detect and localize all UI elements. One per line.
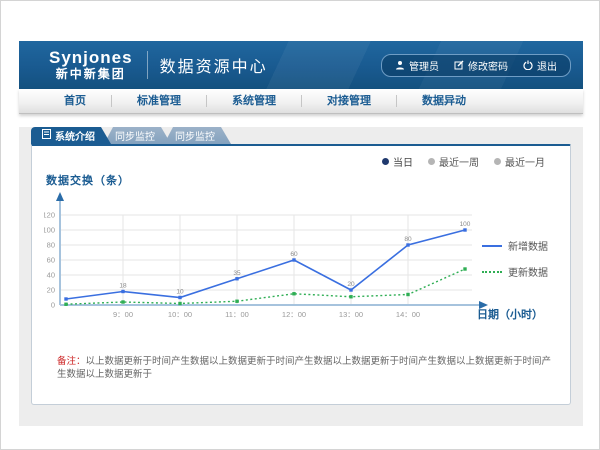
radio-dot-icon: [382, 158, 389, 165]
app-title: 数据资源中心: [160, 53, 268, 77]
radio-last-week[interactable]: 最近一周: [428, 154, 479, 169]
svg-text:80: 80: [47, 241, 55, 250]
header: Synjones 新中新集团 数据资源中心 管理员 修改密码: [19, 41, 583, 89]
footnote-text: 以上数据更新于时间产生数据以上数据更新于时间产生数据以上数据更新于时间产生数据以…: [57, 356, 551, 380]
power-icon: [523, 60, 533, 70]
user-icon: [395, 60, 405, 70]
legend-label: 新增数据: [508, 238, 548, 253]
svg-text:10：00: 10：00: [168, 310, 192, 319]
nav-item-system-management[interactable]: 系统管理: [207, 89, 301, 113]
header-divider: [147, 51, 148, 79]
document-icon: [42, 129, 51, 142]
current-user[interactable]: 管理员: [395, 58, 439, 73]
legend-item-new-data[interactable]: 新增数据: [482, 238, 548, 253]
svg-text:120: 120: [44, 211, 55, 220]
footnote: 备注：以上数据更新于时间产生数据以上数据更新于时间产生数据以上数据更新于时间产生…: [57, 355, 557, 382]
tab-label: 同步监控: [115, 128, 155, 143]
tab-sync-monitor-1[interactable]: 同步监控: [104, 127, 171, 144]
svg-text:40: 40: [47, 271, 55, 280]
solid-line-swatch-icon: [482, 245, 502, 247]
radio-label: 最近一周: [439, 154, 479, 169]
company-logo: Synjones 新中新集团: [49, 49, 133, 81]
logout-label: 退出: [537, 58, 557, 73]
logo-wordmark: Synjones: [49, 49, 133, 68]
svg-text:18: 18: [119, 283, 127, 290]
svg-text:20: 20: [347, 281, 355, 288]
svg-text:20: 20: [47, 286, 55, 295]
edit-icon: [454, 60, 464, 70]
svg-text:11：00: 11：00: [225, 310, 249, 319]
dotted-line-swatch-icon: [482, 271, 502, 273]
page: Synjones 新中新集团 数据资源中心 管理员 修改密码: [19, 41, 583, 426]
chart-panel: 当日 最近一周 最近一月 数据交换（条） 0204060801001209：00…: [31, 144, 571, 405]
legend-item-updated-data[interactable]: 更新数据: [482, 264, 548, 279]
tab-bar: 系统介绍 同步监控 同步监控: [31, 127, 583, 144]
x-axis-title: 日期（小时）: [477, 306, 543, 322]
change-password-button[interactable]: 修改密码: [454, 58, 508, 73]
screen: Synjones 新中新集团 数据资源中心 管理员 修改密码: [0, 0, 600, 450]
footnote-label: 备注：: [57, 356, 86, 367]
svg-text:35: 35: [233, 270, 241, 277]
nav-item-interface-management[interactable]: 对接管理: [302, 89, 396, 113]
svg-text:14：00: 14：00: [396, 310, 420, 319]
radio-last-month[interactable]: 最近一月: [494, 154, 545, 169]
logout-button[interactable]: 退出: [523, 58, 557, 73]
nav-item-home[interactable]: 首页: [39, 89, 111, 113]
chart-legend: 新增数据 更新数据: [482, 238, 548, 279]
svg-text:60: 60: [47, 256, 55, 265]
nav-item-data-change[interactable]: 数据异动: [397, 89, 491, 113]
radio-label: 当日: [393, 154, 413, 169]
line-chart: 0 20 40 60 80 100 120 9：00 10：00 11：00 12：00 13：00 1…: [44, 186, 494, 326]
radio-label: 最近一月: [505, 154, 545, 169]
tab-system-intro[interactable]: 系统介绍: [31, 127, 111, 144]
tab-label: 系统介绍: [55, 128, 95, 143]
svg-text:9：00: 9：00: [113, 310, 133, 319]
nav-item-standard-management[interactable]: 标准管理: [112, 89, 206, 113]
svg-text:60: 60: [290, 251, 298, 258]
user-menu: 管理员 修改密码 退出: [381, 54, 571, 77]
radio-dot-icon: [494, 158, 501, 165]
current-user-label: 管理员: [409, 58, 439, 73]
svg-text:100: 100: [460, 221, 471, 228]
svg-text:10: 10: [176, 289, 184, 296]
svg-text:0: 0: [51, 301, 55, 310]
radio-dot-icon: [428, 158, 435, 165]
svg-text:100: 100: [44, 226, 55, 235]
logo-company-name: 新中新集团: [49, 68, 133, 81]
tab-label: 同步监控: [175, 128, 215, 143]
radio-today[interactable]: 当日: [382, 154, 413, 169]
main-nav: 首页 标准管理 系统管理 对接管理 数据异动: [19, 89, 583, 114]
svg-text:12：00: 12：00: [282, 310, 306, 319]
svg-text:13：00: 13：00: [339, 310, 363, 319]
content-area: 系统介绍 同步监控 同步监控 当日 最近一周: [19, 127, 583, 426]
svg-text:80: 80: [404, 236, 412, 243]
time-range-selector: 当日 最近一周 最近一月: [382, 154, 545, 169]
change-password-label: 修改密码: [468, 58, 508, 73]
tab-sync-monitor-2[interactable]: 同步监控: [164, 127, 231, 144]
legend-label: 更新数据: [508, 264, 548, 279]
